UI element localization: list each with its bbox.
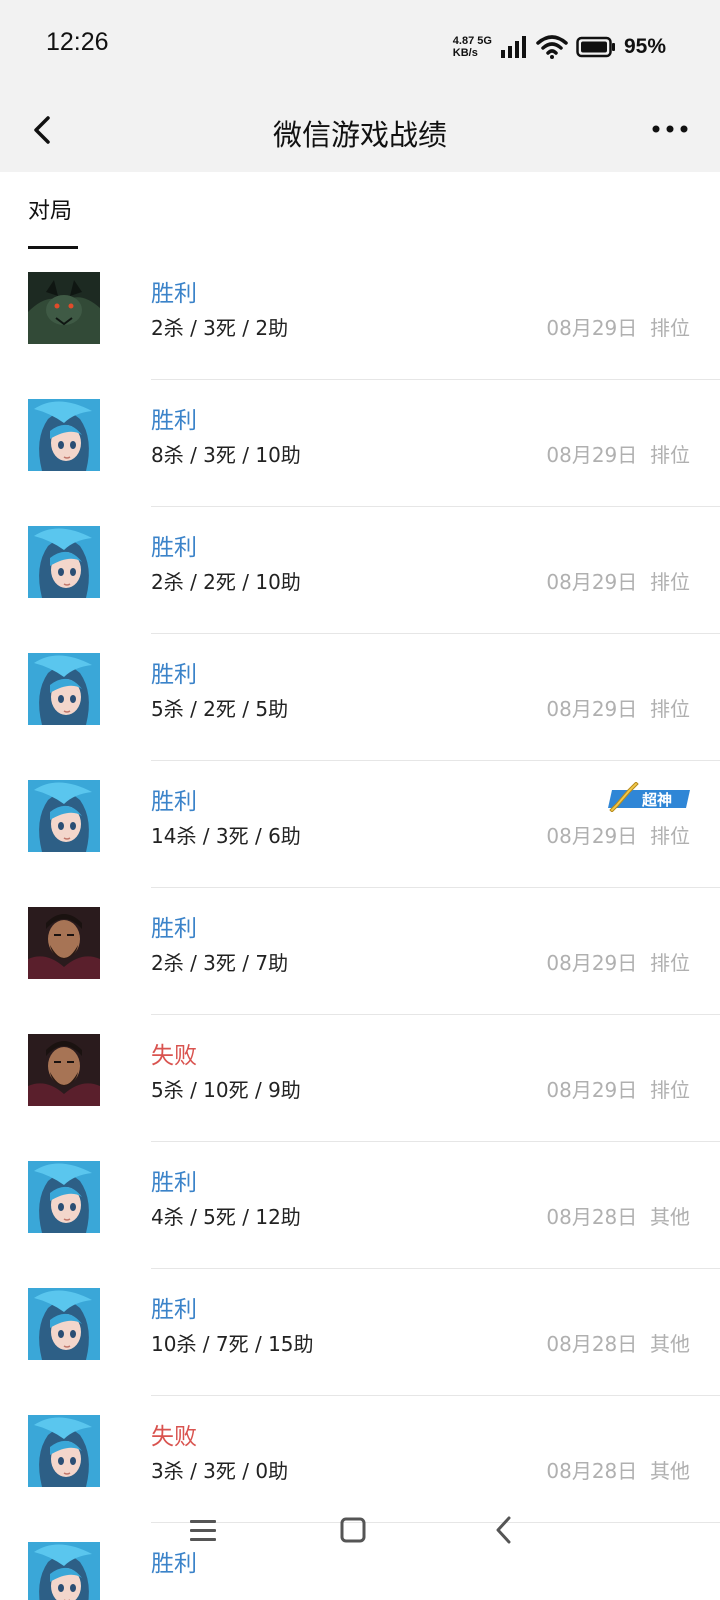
hero-avatar [28,272,100,344]
status-icons: 4.87 5G KB/s 95% [453,30,666,64]
match-kda: 8杀 / 3死 / 10助 [151,443,301,467]
match-mode: 其他 [650,1459,690,1483]
match-meta: 08月29日 排位 [546,439,690,468]
back-arrow-icon[interactable] [484,1513,524,1549]
menu-icon[interactable] [183,1513,223,1549]
match-row[interactable]: 胜利 2杀 / 3死 / 2助 08月29日 排位 [0,250,720,380]
match-mode: 排位 [650,443,690,467]
page-title: 微信游戏战绩 [272,118,447,152]
match-result: 失败 [151,1424,197,1450]
match-result: 胜利 [151,535,197,561]
hero-avatar [28,1415,100,1487]
match-result: 胜利 [151,1170,197,1196]
home-square-icon[interactable] [333,1513,373,1549]
match-row[interactable]: 胜利 8杀 / 3死 / 10助 08月29日 排位 [0,377,720,507]
match-result: 胜利 [151,1297,197,1323]
match-row[interactable]: 胜利 2杀 / 3死 / 7助 08月29日 排位 [0,885,720,1015]
hero-avatar [28,399,100,471]
match-kda: 2杀 / 3死 / 2助 [151,316,289,340]
match-meta: 08月29日 排位 [546,693,690,722]
match-kda: 10杀 / 7死 / 15助 [151,1332,314,1356]
match-row[interactable]: 胜利 14杀 / 3死 / 6助 08月29日 排位 超神 [0,758,720,888]
match-date: 08月29日 [546,824,638,848]
match-mode: 其他 [650,1205,690,1229]
match-row[interactable]: 胜利 5杀 / 2死 / 5助 08月29日 排位 [0,631,720,761]
hero-avatar [28,526,100,598]
hero-avatar [28,1034,100,1106]
app-header: 微信游戏战绩 [0,92,720,172]
battery-percent: 95% [623,35,666,58]
match-date: 08月29日 [546,443,638,467]
system-nav-bar [0,1505,720,1555]
match-meta: 08月29日 排位 [546,947,690,976]
match-kda: 4杀 / 5死 / 12助 [151,1205,301,1229]
match-date: 08月29日 [546,570,638,594]
match-meta: 08月29日 排位 [546,1074,690,1103]
wifi-icon [536,35,568,59]
match-kda: 5杀 / 10死 / 9助 [151,1078,301,1102]
match-kda: 14杀 / 3死 / 6助 [151,824,301,848]
network-speed: 4.87 5G KB/s [453,35,492,59]
match-result: 失败 [151,1043,197,1069]
match-result: 胜利 [151,789,197,815]
match-meta: 08月28日 其他 [546,1201,690,1230]
match-date: 08月29日 [546,697,638,721]
match-mode: 排位 [650,570,690,594]
hero-avatar [28,780,100,852]
match-mode: 排位 [650,1078,690,1102]
match-row[interactable]: 胜利 2杀 / 2死 / 10助 08月29日 排位 [0,504,720,634]
match-mode: 其他 [650,1332,690,1356]
match-date: 08月28日 [546,1205,638,1229]
match-mode: 排位 [650,316,690,340]
match-result: 胜利 [151,916,197,942]
match-date: 08月29日 [546,316,638,340]
match-mode: 排位 [650,951,690,975]
more-horizontal-icon[interactable] [648,114,692,144]
match-result: 胜利 [151,408,197,434]
match-row[interactable]: 失败 5杀 / 10死 / 9助 08月29日 排位 [0,1012,720,1142]
match-kda: 2杀 / 3死 / 7助 [151,951,289,975]
match-result: 胜利 [151,281,197,307]
match-date: 08月29日 [546,1078,638,1102]
match-date: 08月29日 [546,951,638,975]
match-result: 胜利 [151,662,197,688]
hero-avatar [28,653,100,725]
match-meta: 08月28日 其他 [546,1455,690,1484]
match-kda: 3杀 / 3死 / 0助 [151,1459,289,1483]
match-kda: 2杀 / 2死 / 10助 [151,570,301,594]
match-meta: 08月29日 排位 [546,820,690,849]
tab-matches[interactable]: 对局 [28,193,72,225]
match-meta: 08月29日 排位 [546,312,690,341]
match-meta: 08月29日 排位 [546,566,690,595]
match-mode: 排位 [650,824,690,848]
net-speed-unit: KB/s [452,47,478,59]
hero-avatar [28,1288,100,1360]
status-time: 12:26 [46,28,109,56]
hero-avatar [28,1161,100,1233]
match-mode: 排位 [650,697,690,721]
battery-icon [576,36,615,58]
legendary-badge: 超神 [608,782,690,812]
net-speed-value: 4.87 [452,35,475,47]
match-date: 08月28日 [546,1332,638,1356]
badge-label: 超神 [641,791,672,809]
network-type: 5G [477,35,492,47]
match-row[interactable]: 失败 3杀 / 3死 / 0助 08月28日 其他 [0,1393,720,1523]
match-meta: 08月28日 其他 [546,1328,690,1357]
tab-active-indicator [28,246,78,249]
status-bar: 12:26 4.87 5G KB/s 95% [0,0,720,92]
match-row[interactable]: 胜利 4杀 / 5死 / 12助 08月28日 其他 [0,1139,720,1269]
match-row[interactable]: 胜利 10杀 / 7死 / 15助 08月28日 其他 [0,1266,720,1396]
hero-avatar [28,907,100,979]
signal-icon [500,36,526,58]
match-date: 08月28日 [546,1459,638,1483]
match-kda: 5杀 / 2死 / 5助 [151,697,289,721]
